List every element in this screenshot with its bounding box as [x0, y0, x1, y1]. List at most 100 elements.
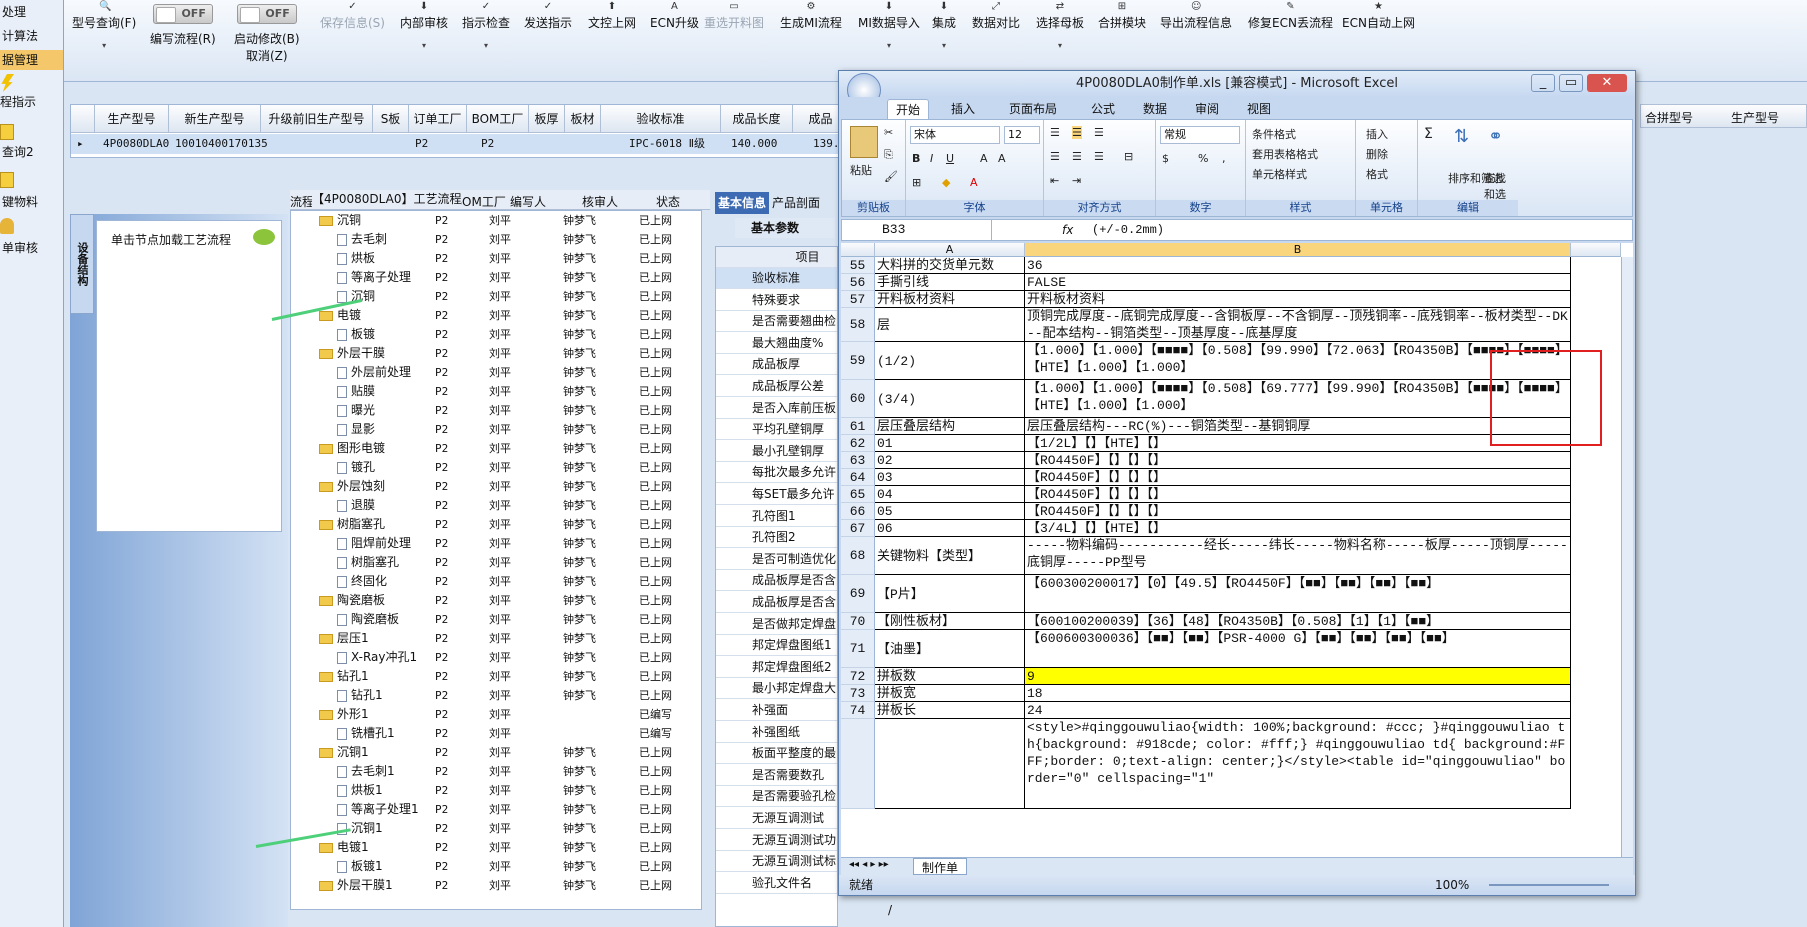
info-row[interactable]: 孔符图2 [716, 527, 837, 549]
insert-button[interactable]: 插入 [1366, 126, 1388, 142]
tab-review[interactable]: 审阅 [1187, 99, 1227, 119]
tree-row[interactable]: 显影 P2 刘平 钟梦飞 已上网 [291, 420, 701, 439]
doc-online-button[interactable]: ⬆ 文控上网 [588, 0, 636, 31]
tree-row[interactable]: 板镀1 P2 刘平 钟梦飞 已上网 [291, 857, 701, 876]
nav-item-process-instruction[interactable]: 程指示 [0, 92, 63, 112]
decrease-indent-icon[interactable]: ⇤ [1050, 174, 1059, 187]
select-all[interactable] [841, 243, 875, 257]
column-header-c[interactable] [1571, 243, 1621, 257]
copy-icon[interactable]: ⎘ [884, 148, 893, 162]
tree-col-header[interactable]: 核审人 [582, 193, 618, 210]
row-header[interactable] [841, 719, 875, 809]
tree-col-header[interactable]: 编写人 [510, 193, 546, 210]
tree-row[interactable]: 陶瓷磨板 P2 刘平 钟梦飞 已上网 [291, 591, 701, 610]
merge-module-button[interactable]: ⊞ 合拼模块 [1098, 0, 1146, 31]
cell-a[interactable]: 06 [875, 520, 1025, 537]
sheet-tab[interactable]: 制作单 [913, 858, 968, 875]
info-row[interactable]: 无源互调测试标 [716, 851, 837, 873]
internal-review-button[interactable]: ⬇ 内部审核 ▾ [400, 0, 448, 51]
info-row[interactable]: 成品板厚 [716, 354, 837, 376]
align-bottom-icon[interactable]: ☰ [1094, 126, 1104, 139]
tree-row[interactable]: 等离子处理 P2 刘平 钟梦飞 已上网 [291, 268, 701, 287]
paste-icon[interactable] [850, 126, 878, 158]
col-header[interactable]: 板厚 [529, 105, 565, 133]
tree-col-header[interactable]: BOM工厂 [454, 193, 506, 210]
tab-view[interactable]: 视图 [1239, 99, 1279, 119]
row-header[interactable]: 71 [841, 630, 875, 668]
cell-style-button[interactable]: 单元格样式 [1252, 166, 1307, 182]
cell-b[interactable]: 24 [1025, 702, 1571, 719]
model-query-button[interactable]: 🔍 型号查询(F) ▾ [72, 0, 136, 51]
tree-row[interactable]: 镀孔 P2 刘平 钟梦飞 已上网 [291, 458, 701, 477]
col-header[interactable]: 新生产型号 [169, 105, 261, 133]
align-top-icon[interactable]: ☰ [1050, 126, 1060, 139]
cell-b[interactable]: 【3/4L】【】【HTE】【】 [1025, 520, 1571, 537]
cell-b[interactable]: 【RO4450F】【】【】【】 [1025, 503, 1571, 520]
mi-import-button[interactable]: ⬇ MI数据导入 ▾ [858, 0, 920, 51]
tree-row[interactable]: 板镀 P2 刘平 钟梦飞 已上网 [291, 325, 701, 344]
tree-row[interactable]: 烘板 P2 刘平 钟梦飞 已上网 [291, 249, 701, 268]
col-header[interactable]: 合拼型号 [1645, 109, 1693, 126]
grid-cell[interactable]: 4P0080DLA0 [103, 134, 173, 154]
cell-a[interactable]: 开料板材资料 [875, 291, 1025, 308]
nav-item-data-manage[interactable]: 据管理 [0, 50, 63, 70]
column-header-a[interactable]: A [875, 243, 1025, 257]
delete-button[interactable]: 删除 [1366, 146, 1388, 162]
info-row[interactable]: 板面平整度的最 [716, 743, 837, 765]
info-row[interactable]: 邦定焊盘图纸2 [716, 657, 837, 678]
cell-b[interactable]: -----物料编码-----------经长-----纬长-----物料名称--… [1025, 537, 1571, 575]
cell-b[interactable]: FALSE [1025, 274, 1571, 291]
cell-a[interactable]: 层 [875, 308, 1025, 342]
info-row[interactable]: 邦定焊盘图纸1 [716, 635, 837, 657]
cell-b[interactable]: 36 [1025, 257, 1571, 274]
integrate-button[interactable]: ⬇ 集成 ▾ [932, 0, 956, 51]
tree-row[interactable]: 阻焊前处理 P2 刘平 钟梦飞 已上网 [291, 534, 701, 553]
vertical-scrollbar[interactable] [1621, 257, 1633, 857]
ecn-upgrade-button[interactable]: A ECN升级 [650, 0, 699, 31]
tree-row[interactable]: 图形电镀 P2 刘平 钟梦飞 已上网 [291, 439, 701, 458]
number-format-select[interactable]: 常规 [1160, 126, 1240, 144]
generate-mi-flow-button[interactable]: ⚙ 生成MI流程 [780, 0, 842, 31]
tab-page-layout[interactable]: 页面布局 [1001, 99, 1065, 119]
row-header[interactable]: 65 [841, 486, 875, 503]
info-row[interactable]: 无源互调测试 [716, 808, 837, 829]
grid-cell[interactable]: 140.000 [731, 134, 791, 154]
cell-b[interactable]: 顶铜完成厚度--底铜完成厚度--含铜板厚--不含铜厚--顶残铜率--底残铜率--… [1025, 308, 1571, 342]
tree-row[interactable]: 电镀 P2 刘平 钟梦飞 已上网 [291, 306, 701, 325]
row-header[interactable]: 67 [841, 520, 875, 537]
tree-row[interactable]: 终固化 P2 刘平 钟梦飞 已上网 [291, 572, 701, 591]
tree-row[interactable]: 外层前处理 P2 刘平 钟梦飞 已上网 [291, 363, 701, 382]
tree-row[interactable]: 去毛刺 P2 刘平 钟梦飞 已上网 [291, 230, 701, 249]
percent-icon[interactable]: % [1198, 152, 1208, 165]
tree-row[interactable]: 钻孔1 P2 刘平 钟梦飞 已上网 [291, 667, 701, 686]
ecn-auto-online-button[interactable]: ★ ECN自动上网 [1342, 0, 1415, 31]
info-row[interactable]: 是否做邦定焊盘 [716, 614, 837, 635]
row-header[interactable]: 56 [841, 274, 875, 291]
info-row[interactable]: 最大翘曲度% [716, 333, 837, 354]
info-row[interactable]: 是否需要数孔 [716, 765, 837, 786]
row-header[interactable]: 68 [841, 537, 875, 575]
formula-input[interactable]: (+/-0.2mm) [1092, 220, 1164, 240]
align-right-icon[interactable]: ☰ [1094, 150, 1104, 163]
tab-formulas[interactable]: 公式 [1083, 99, 1123, 119]
info-row[interactable]: 每SET最多允许 [716, 484, 837, 505]
row-header[interactable]: 55 [841, 257, 875, 274]
cell-a[interactable]: 【刚性板材】 [875, 613, 1025, 630]
fx-icon[interactable]: fx [1062, 220, 1073, 240]
maximize-icon[interactable]: ▭ [1559, 74, 1583, 92]
col-header[interactable]: 板材 [565, 105, 601, 133]
align-center-icon[interactable]: ☰ [1072, 150, 1082, 163]
cell-b[interactable]: 【600100200039】【36】【48】【RO4350B】【0.508】【1… [1025, 613, 1571, 630]
cell-b[interactable]: <style>#qinggouwuliao{width: 100%;backgr… [1025, 719, 1571, 809]
cell-a[interactable]: 拼板宽 [875, 685, 1025, 702]
tree-row[interactable]: 外形1 P2 刘平 已编写 [291, 705, 701, 724]
instruction-check-button[interactable]: ✓ 指示检查 ▾ [462, 0, 510, 51]
format-painter-icon[interactable]: 🖌 [884, 170, 898, 183]
cut-icon[interactable]: ✂ [884, 126, 893, 139]
cell-a[interactable]: 大料拼的交货单元数 [875, 257, 1025, 274]
subtab-basic-params[interactable]: 基本参数 [735, 218, 835, 238]
grid-cell[interactable]: IPC-6018 Ⅱ级 [629, 134, 729, 154]
row-header[interactable]: 63 [841, 452, 875, 469]
cell-b[interactable]: 18 [1025, 685, 1571, 702]
tree-row[interactable]: 树脂塞孔 P2 刘平 钟梦飞 已上网 [291, 515, 701, 534]
